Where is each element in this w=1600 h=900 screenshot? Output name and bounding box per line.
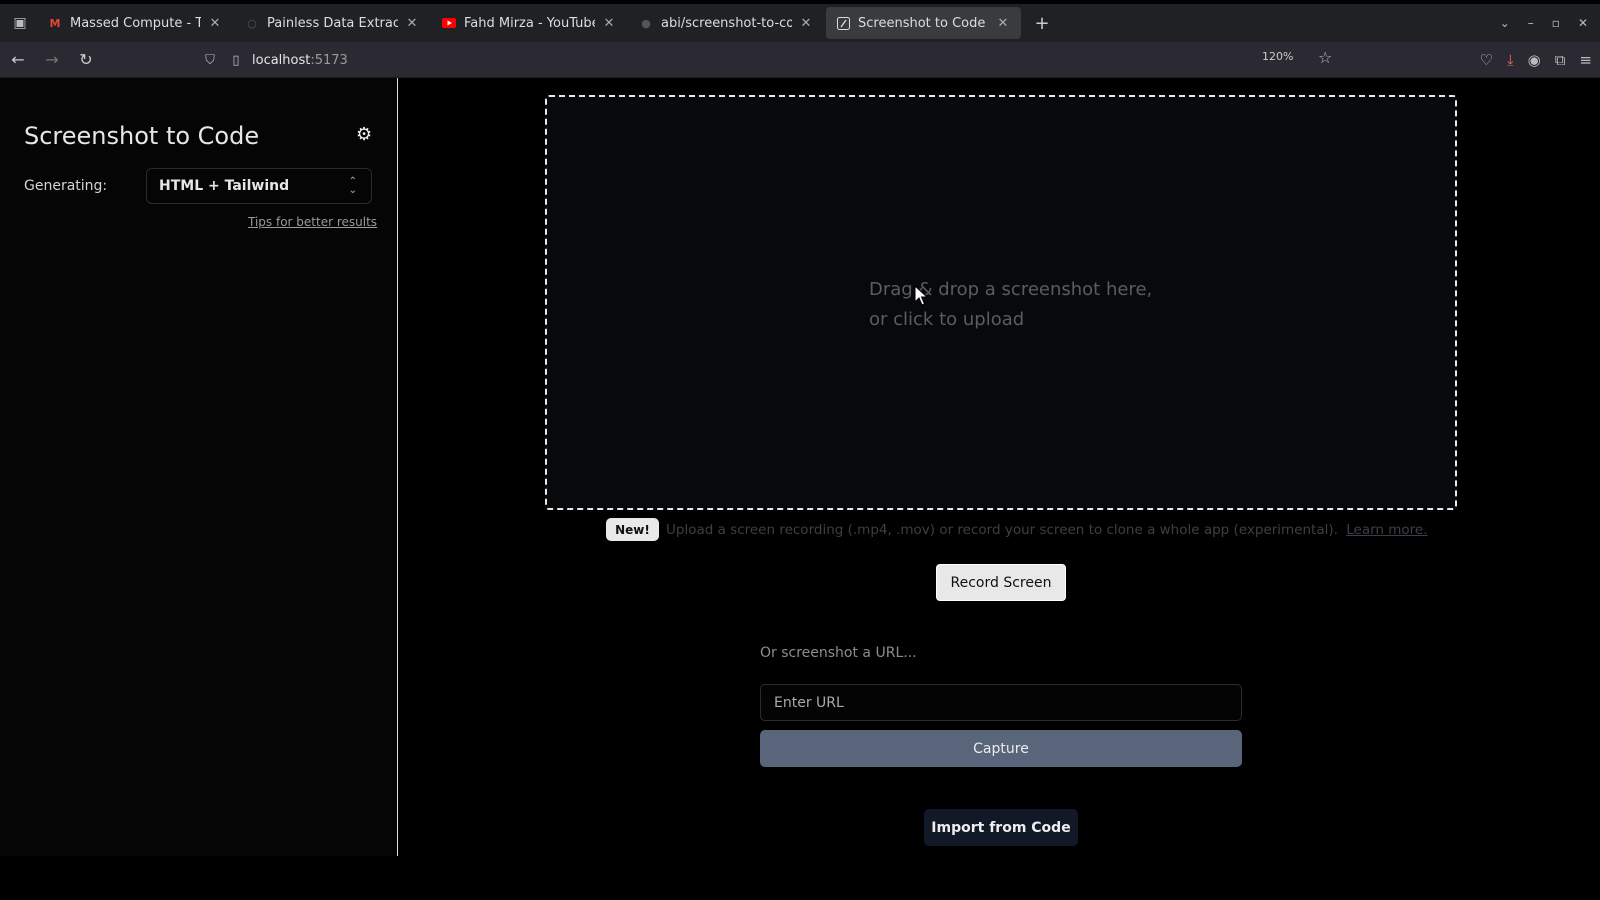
account-icon[interactable]: ◉ <box>1528 51 1541 69</box>
dropzone-line-1: Drag & drop a screenshot here, <box>869 279 1153 300</box>
tab-painless-data[interactable]: ○ Painless Data Extraction ✕ <box>235 7 430 39</box>
recording-text: Upload a screen recording (.mp4, .mov) o… <box>666 522 1338 538</box>
close-tab-icon[interactable]: ✕ <box>601 16 617 31</box>
tab-title: Painless Data Extraction <box>267 15 398 31</box>
tab-list-icon[interactable]: ▣ <box>4 9 36 37</box>
toolbar-icons: ♡ ⤓ ◉ ⧉ ≡ <box>1480 42 1592 78</box>
tab-title: Screenshot to Code <box>858 15 986 31</box>
dropzone-text: Drag & drop a screenshot here, or click … <box>869 275 1152 335</box>
minimize-icon[interactable]: – <box>1528 16 1534 30</box>
new-badge: New! <box>606 518 659 541</box>
pocket-icon[interactable]: ♡ <box>1480 51 1493 69</box>
tab-github[interactable]: ● abi/screenshot-to-code: D ✕ <box>629 7 824 39</box>
sidebar: Screenshot to Code ⚙ Generating: HTML + … <box>0 78 398 856</box>
url-input[interactable]: Enter URL <box>760 684 1242 721</box>
tab-bar: ▣ M Massed Compute - Think ✕ ○ Painless … <box>0 4 1600 42</box>
app-content: Screenshot to Code ⚙ Generating: HTML + … <box>0 78 1600 856</box>
gmail-icon: M <box>49 16 61 30</box>
tab-youtube[interactable]: Fahd Mirza - YouTube ✕ <box>432 7 627 39</box>
bottom-strip <box>0 856 1600 900</box>
recording-description: Upload a screen recording (.mp4, .mov) o… <box>666 522 1428 538</box>
shield-icon[interactable]: ⛉ <box>200 53 220 68</box>
navigation-bar: ← → ↻ ⛉ ▯ localhost:5173 120% ☆ ♡ ⤓ ◉ ⧉ … <box>0 42 1600 78</box>
close-tab-icon[interactable]: ✕ <box>404 16 420 31</box>
tab-title: Massed Compute - Think <box>70 15 201 31</box>
close-window-icon[interactable]: ✕ <box>1578 16 1588 30</box>
import-from-code-button[interactable]: Import from Code <box>924 809 1078 846</box>
globe-icon: ○ <box>247 16 257 30</box>
stack-select[interactable]: HTML + Tailwind ⌃ ⌄ <box>146 168 372 204</box>
generating-label: Generating: <box>24 178 108 194</box>
new-tab-icon[interactable]: + <box>1027 9 1057 37</box>
forward-icon[interactable]: → <box>36 46 68 74</box>
capture-button[interactable]: Capture <box>760 730 1242 767</box>
tab-title: Fahd Mirza - YouTube <box>464 15 595 31</box>
stack-select-value: HTML + Tailwind <box>159 178 290 194</box>
record-screen-button[interactable]: Record Screen <box>936 564 1066 601</box>
page-icon: ▯ <box>232 52 240 68</box>
extensions-icon[interactable]: ⧉ <box>1555 51 1566 69</box>
tab-screenshot-to-code[interactable]: Screenshot to Code ✕ <box>826 7 1021 39</box>
screenshot-dropzone[interactable]: Drag & drop a screenshot here, or click … <box>545 95 1457 510</box>
url-bar[interactable]: ⛉ ▯ localhost:5173 <box>200 46 1340 74</box>
menu-icon[interactable]: ≡ <box>1579 51 1592 69</box>
maximize-icon[interactable]: ▫ <box>1552 16 1560 30</box>
close-tab-icon[interactable]: ✕ <box>995 16 1011 31</box>
url-capture-label: Or screenshot a URL... <box>760 645 917 661</box>
tips-link[interactable]: Tips for better results <box>248 215 377 229</box>
url-port: :5173 <box>310 52 348 68</box>
reload-icon[interactable]: ↻ <box>70 46 102 74</box>
downloads-icon[interactable]: ⤓ <box>1507 51 1514 69</box>
close-tab-icon[interactable]: ✕ <box>207 16 223 31</box>
github-icon: ● <box>641 16 651 30</box>
gear-icon[interactable]: ⚙ <box>356 126 374 144</box>
code-icon <box>836 16 850 30</box>
screen: ▣ M Massed Compute - Think ✕ ○ Painless … <box>0 0 1600 900</box>
url-host: localhost <box>252 52 311 68</box>
tab-title: abi/screenshot-to-code: D <box>661 15 792 31</box>
zoom-level[interactable]: 120% <box>1262 50 1293 63</box>
tab-massed-compute[interactable]: M Massed Compute - Think ✕ <box>38 7 233 39</box>
learn-more-link[interactable]: Learn more. <box>1346 522 1427 538</box>
tab-overflow-icon[interactable]: ⌄ <box>1500 16 1510 30</box>
bookmark-star-icon[interactable]: ☆ <box>1318 48 1332 67</box>
mouse-cursor-icon <box>914 285 928 306</box>
back-icon[interactable]: ← <box>2 46 34 74</box>
chevron-updown-icon: ⌃ ⌄ <box>348 176 357 196</box>
dropzone-line-2: or click to upload <box>869 309 1025 330</box>
app-title: Screenshot to Code <box>24 122 260 150</box>
youtube-icon <box>442 16 456 30</box>
close-tab-icon[interactable]: ✕ <box>798 16 814 31</box>
window-controls: ⌄ – ▫ ✕ <box>1500 4 1600 42</box>
